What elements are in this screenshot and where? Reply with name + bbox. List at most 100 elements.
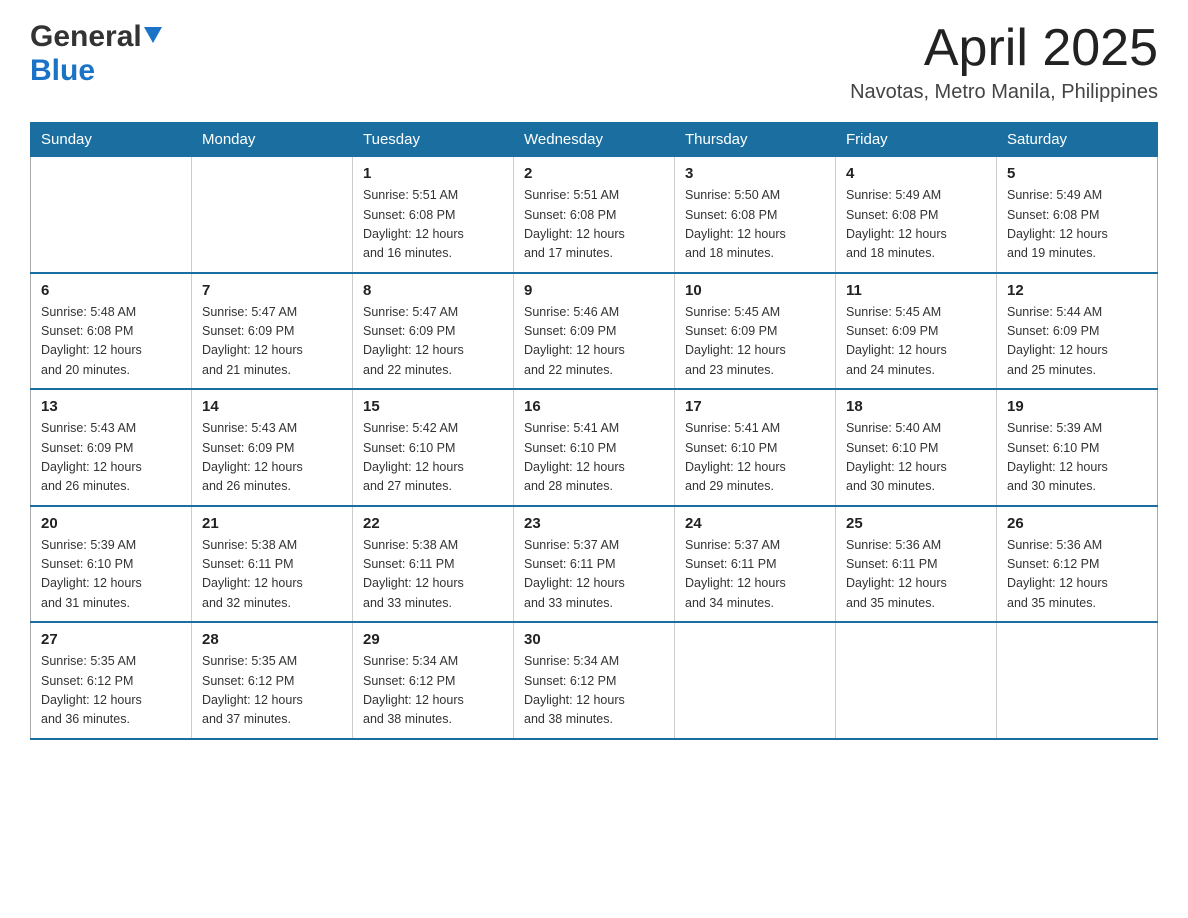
- header-tuesday: Tuesday: [353, 123, 514, 157]
- day-number: 13: [41, 398, 181, 415]
- day-info: Sunrise: 5:38 AMSunset: 6:11 PMDaylight:…: [363, 536, 503, 614]
- header-friday: Friday: [836, 123, 997, 157]
- day-info: Sunrise: 5:35 AMSunset: 6:12 PMDaylight:…: [202, 652, 342, 730]
- calendar-cell: 27Sunrise: 5:35 AMSunset: 6:12 PMDayligh…: [31, 622, 192, 739]
- day-number: 25: [846, 515, 986, 532]
- calendar-cell: 4 Sunrise: 5:49 AMSunset: 6:08 PMDaylight…: [836, 157, 997, 273]
- calendar-cell: 18 Sunrise: 5:40 AMSunset: 6:10 PMDayligh…: [836, 389, 997, 506]
- day-info: Sunrise: 5:34 AMSunset: 6:12 PMDaylight:…: [363, 652, 503, 730]
- day-number: 1: [363, 165, 503, 182]
- calendar-cell: [836, 622, 997, 739]
- calendar-week-5: 27 Sunrise: 5:35 AMSunset: 6:12 PMDayligh…: [31, 622, 1158, 739]
- calendar-cell: 19 Sunrise: 5:39 AMSunset: 6:10 PMDayligh…: [997, 389, 1158, 506]
- calendar-cell: 23 Sunrise: 5:37 AMSunset: 6:11 PMDayligh…: [514, 506, 675, 623]
- day-number: 29: [363, 631, 503, 648]
- day-number: 17: [685, 398, 825, 415]
- day-number: 5: [1007, 165, 1147, 182]
- day-number: 7: [202, 282, 342, 299]
- calendar-header: Sunday Monday Tuesday Wednesday Thursday…: [31, 123, 1158, 157]
- day-info: Sunrise: 5:51 AMSunset: 6:08 PMDaylight:…: [363, 186, 503, 264]
- calendar-cell: 26 Sunrise: 5:36 AMSunset: 6:12 PMDayligh…: [997, 506, 1158, 623]
- calendar-cell: 16 Sunrise: 5:41 AMSunset: 6:10 PMDayligh…: [514, 389, 675, 506]
- day-info: Sunrise: 5:39 AMSunset: 6:10 PMDaylight:…: [41, 536, 181, 614]
- day-number: 24: [685, 515, 825, 532]
- day-number: 27: [41, 631, 181, 648]
- calendar-cell: [192, 157, 353, 273]
- calendar-cell: 25 Sunrise: 5:36 AMSunset: 6:11 PMDayligh…: [836, 506, 997, 623]
- day-info: Sunrise: 5:34 AMSunset: 6:12 PMDaylight:…: [524, 652, 664, 730]
- day-info: Sunrise: 5:46 AMSunset: 6:09 PMDaylight:…: [524, 303, 664, 381]
- day-number: 11: [846, 282, 986, 299]
- day-info: Sunrise: 5:47 AMSunset: 6:09 PMDaylight:…: [363, 303, 503, 381]
- calendar-cell: 28Sunrise: 5:35 AMSunset: 6:12 PMDayligh…: [192, 622, 353, 739]
- day-info: Sunrise: 5:51 AMSunset: 6:08 PMDaylight:…: [524, 186, 664, 264]
- calendar-cell: 29 Sunrise: 5:34 AMSunset: 6:12 PMDayligh…: [353, 622, 514, 739]
- calendar-cell: 10 Sunrise: 5:45 AMSunset: 6:09 PMDayligh…: [675, 273, 836, 390]
- calendar-cell: 5 Sunrise: 5:49 AMSunset: 6:08 PMDaylight…: [997, 157, 1158, 273]
- header-sunday: Sunday: [31, 123, 192, 157]
- day-number: 21: [202, 515, 342, 532]
- calendar-cell: 6Sunrise: 5:48 AMSunset: 6:08 PMDaylight…: [31, 273, 192, 390]
- day-number: 2: [524, 165, 664, 182]
- day-info: Sunrise: 5:36 AMSunset: 6:11 PMDaylight:…: [846, 536, 986, 614]
- day-info: Sunrise: 5:49 AMSunset: 6:08 PMDaylight:…: [846, 186, 986, 264]
- calendar-table: Sunday Monday Tuesday Wednesday Thursday…: [30, 122, 1158, 740]
- calendar-cell: [675, 622, 836, 739]
- page-header: General Blue April 2025 Navotas, Metro M…: [30, 20, 1158, 104]
- day-number: 26: [1007, 515, 1147, 532]
- calendar-cell: [31, 157, 192, 273]
- day-info: Sunrise: 5:42 AMSunset: 6:10 PMDaylight:…: [363, 419, 503, 497]
- day-number: 10: [685, 282, 825, 299]
- calendar-cell: 24 Sunrise: 5:37 AMSunset: 6:11 PMDayligh…: [675, 506, 836, 623]
- calendar-cell: 14Sunrise: 5:43 AMSunset: 6:09 PMDayligh…: [192, 389, 353, 506]
- day-info: Sunrise: 5:38 AMSunset: 6:11 PMDaylight:…: [202, 536, 342, 614]
- calendar-cell: 15Sunrise: 5:42 AMSunset: 6:10 PMDayligh…: [353, 389, 514, 506]
- calendar-week-2: 6Sunrise: 5:48 AMSunset: 6:08 PMDaylight…: [31, 273, 1158, 390]
- logo-general: General: [30, 20, 142, 54]
- header-saturday: Saturday: [997, 123, 1158, 157]
- calendar-cell: [997, 622, 1158, 739]
- header-wednesday: Wednesday: [514, 123, 675, 157]
- header-monday: Monday: [192, 123, 353, 157]
- day-info: Sunrise: 5:37 AMSunset: 6:11 PMDaylight:…: [685, 536, 825, 614]
- day-info: Sunrise: 5:47 AMSunset: 6:09 PMDaylight:…: [202, 303, 342, 381]
- calendar-cell: 3Sunrise: 5:50 AMSunset: 6:08 PMDaylight…: [675, 157, 836, 273]
- day-info: Sunrise: 5:41 AMSunset: 6:10 PMDaylight:…: [685, 419, 825, 497]
- day-info: Sunrise: 5:45 AMSunset: 6:09 PMDaylight:…: [685, 303, 825, 381]
- calendar-week-4: 20Sunrise: 5:39 AMSunset: 6:10 PMDayligh…: [31, 506, 1158, 623]
- day-number: 8: [363, 282, 503, 299]
- day-number: 9: [524, 282, 664, 299]
- day-info: Sunrise: 5:36 AMSunset: 6:12 PMDaylight:…: [1007, 536, 1147, 614]
- day-number: 30: [524, 631, 664, 648]
- day-info: Sunrise: 5:50 AMSunset: 6:08 PMDaylight:…: [685, 186, 825, 264]
- calendar-cell: 13 Sunrise: 5:43 AMSunset: 6:09 PMDayligh…: [31, 389, 192, 506]
- day-info: Sunrise: 5:43 AMSunset: 6:09 PMDaylight:…: [41, 419, 181, 497]
- calendar-week-1: 1 Sunrise: 5:51 AMSunset: 6:08 PMDaylight…: [31, 157, 1158, 273]
- calendar-cell: 7 Sunrise: 5:47 AMSunset: 6:09 PMDaylight…: [192, 273, 353, 390]
- calendar-cell: 9 Sunrise: 5:46 AMSunset: 6:09 PMDaylight…: [514, 273, 675, 390]
- day-number: 19: [1007, 398, 1147, 415]
- day-number: 4: [846, 165, 986, 182]
- calendar-cell: 17 Sunrise: 5:41 AMSunset: 6:10 PMDayligh…: [675, 389, 836, 506]
- day-info: Sunrise: 5:49 AMSunset: 6:08 PMDaylight:…: [1007, 186, 1147, 264]
- day-info: Sunrise: 5:40 AMSunset: 6:10 PMDaylight:…: [846, 419, 986, 497]
- calendar-cell: 21 Sunrise: 5:38 AMSunset: 6:11 PMDayligh…: [192, 506, 353, 623]
- page-title: April 2025: [850, 20, 1158, 77]
- day-info: Sunrise: 5:43 AMSunset: 6:09 PMDaylight:…: [202, 419, 342, 497]
- logo-triangle-icon: [144, 27, 162, 48]
- day-info: Sunrise: 5:41 AMSunset: 6:10 PMDaylight:…: [524, 419, 664, 497]
- day-info: Sunrise: 5:48 AMSunset: 6:08 PMDaylight:…: [41, 303, 181, 381]
- day-info: Sunrise: 5:45 AMSunset: 6:09 PMDaylight:…: [846, 303, 986, 381]
- day-number: 18: [846, 398, 986, 415]
- day-info: Sunrise: 5:37 AMSunset: 6:11 PMDaylight:…: [524, 536, 664, 614]
- day-info: Sunrise: 5:39 AMSunset: 6:10 PMDaylight:…: [1007, 419, 1147, 497]
- day-number: 12: [1007, 282, 1147, 299]
- calendar-body: 1 Sunrise: 5:51 AMSunset: 6:08 PMDaylight…: [31, 157, 1158, 739]
- day-info: Sunrise: 5:44 AMSunset: 6:09 PMDaylight:…: [1007, 303, 1147, 381]
- day-number: 16: [524, 398, 664, 415]
- day-number: 23: [524, 515, 664, 532]
- days-of-week-row: Sunday Monday Tuesday Wednesday Thursday…: [31, 123, 1158, 157]
- calendar-cell: 8 Sunrise: 5:47 AMSunset: 6:09 PMDaylight…: [353, 273, 514, 390]
- title-block: April 2025 Navotas, Metro Manila, Philip…: [850, 20, 1158, 104]
- header-thursday: Thursday: [675, 123, 836, 157]
